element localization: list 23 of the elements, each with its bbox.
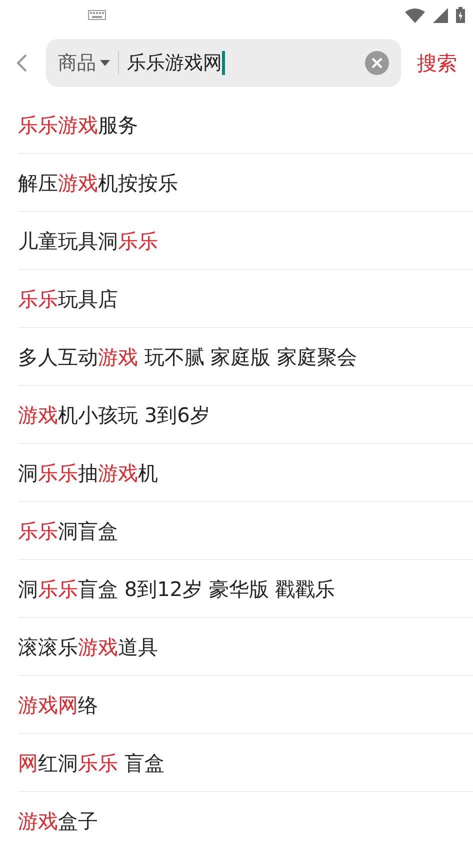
search-field[interactable]: 商品 乐乐游戏网 [46,39,401,87]
suggestion-item[interactable]: 滚滚乐游戏道具 [18,618,473,676]
caret-icon[interactable] [100,60,110,66]
signal-icon [433,8,448,22]
suggestion-item[interactable]: 网红洞乐乐 盲盒 [18,734,473,792]
suggestion-item[interactable]: 儿童玩具洞乐乐 [18,212,473,270]
suggestion-item[interactable]: 乐乐游戏服务 [18,96,473,154]
suggestion-item[interactable]: 乐乐玩具店 [18,270,473,328]
suggestion-item[interactable]: 游戏机小孩玩 3到6岁 [18,386,473,444]
category-selector[interactable]: 商品 [58,48,96,78]
suggestion-item[interactable]: 洞乐乐抽游戏机 [18,444,473,502]
battery-icon [456,7,465,23]
suggestion-item[interactable]: 乐乐洞盲盒 [18,502,473,560]
clear-icon[interactable] [365,51,389,75]
text-cursor [222,51,225,75]
wifi-icon [405,8,425,22]
suggestion-item[interactable]: 多人互动游戏 玩不腻 家庭版 家庭聚会 [18,328,473,386]
suggestion-item[interactable]: 解压游戏机按按乐 [18,154,473,212]
search-button[interactable]: 搜索 [401,48,473,78]
suggestion-item[interactable]: 游戏网络 [18,676,473,734]
suggestion-item[interactable]: 游戏盒子 [18,792,473,842]
keyboard-icon [88,10,106,20]
suggestion-item[interactable]: 洞乐乐盲盒 8到12岁 豪华版 戳戳乐 [18,560,473,618]
